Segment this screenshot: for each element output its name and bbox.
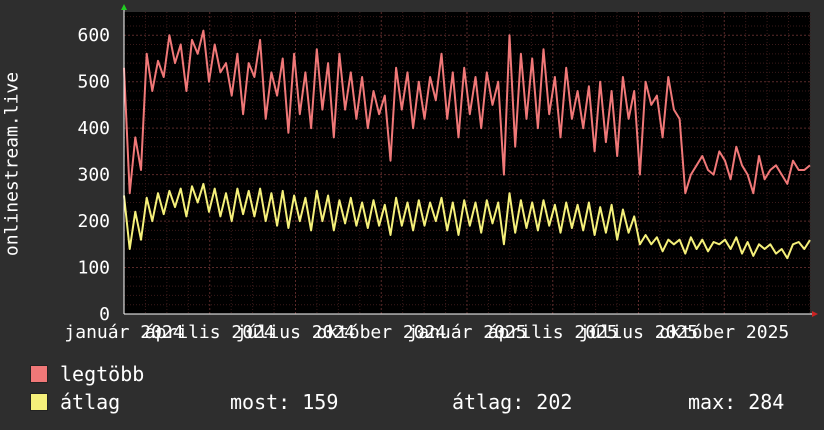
x-axis-arrow xyxy=(812,311,818,317)
y-tick-label: 500 xyxy=(77,72,110,93)
y-tick-label: 200 xyxy=(77,211,110,232)
stat-average: átlag: 202 xyxy=(452,390,573,414)
stat-max: max: 284 xyxy=(688,390,785,414)
y-axis-arrow xyxy=(121,4,127,10)
y-tick-labels: 0100200300400500600 xyxy=(77,25,110,325)
x-tick-labels: január 2024április 2024július 2024októbe… xyxy=(64,322,789,343)
legend-item-legtobb: legtöbb xyxy=(30,360,144,388)
x-tick-label: október 2025 xyxy=(659,322,789,343)
legend: legtöbb átlag xyxy=(30,360,144,416)
y-tick-label: 600 xyxy=(77,25,110,46)
legend-label-legtobb: legtöbb xyxy=(60,362,145,386)
y-tick-label: 100 xyxy=(77,258,110,279)
line-chart: 0100200300400500600 január 2024április 2… xyxy=(64,4,818,343)
y-tick-label: 400 xyxy=(77,118,110,139)
legend-swatch-legtobb xyxy=(30,365,48,383)
legend-label-atlag: átlag xyxy=(60,390,121,414)
legend-item-atlag: átlag xyxy=(30,388,144,416)
legend-swatch-atlag xyxy=(30,393,48,411)
stat-current: most: 159 xyxy=(230,390,339,414)
y-tick-label: 300 xyxy=(77,165,110,186)
chart-panel: onlinestream.live 0 100 200 300 400 500 600 ja… xyxy=(0,0,824,430)
